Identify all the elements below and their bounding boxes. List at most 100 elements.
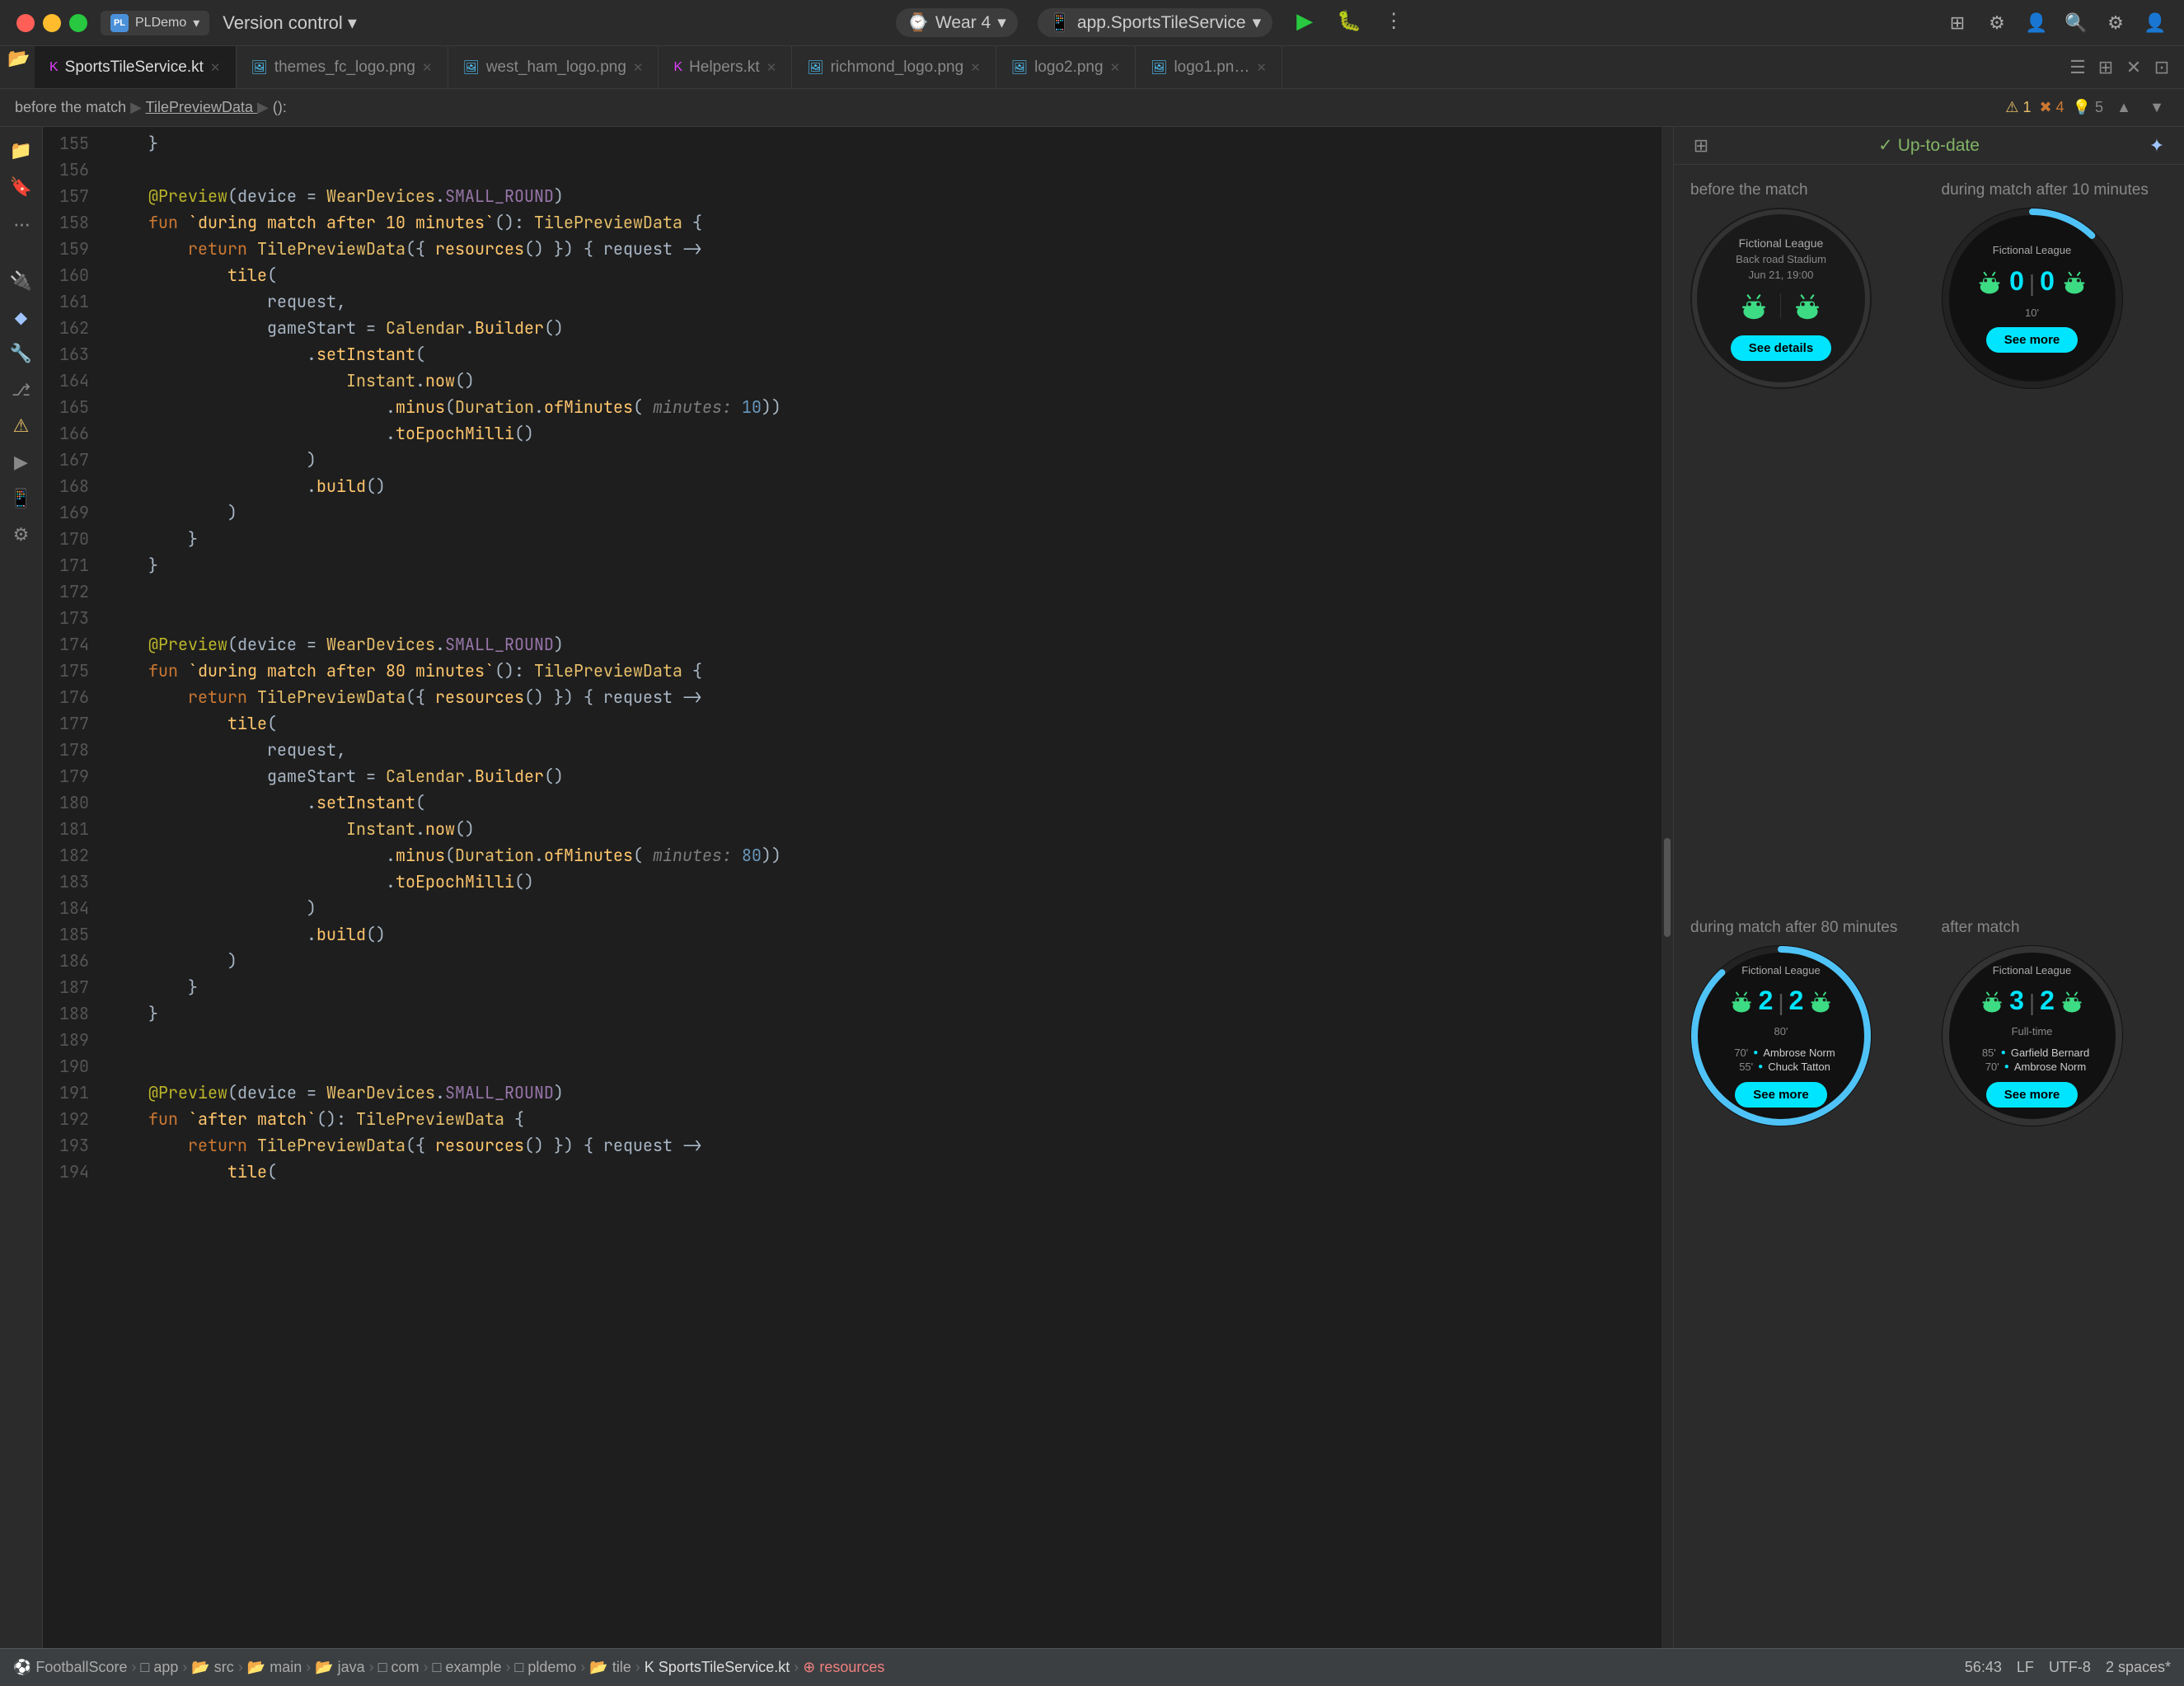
sidebar-diamond-icon[interactable]: ◆	[6, 302, 37, 333]
see-more-button-during-10[interactable]: See more	[1986, 327, 2079, 353]
bc-com[interactable]: □ com	[378, 1659, 419, 1676]
app-menu[interactable]: PL PLDemo ▾	[101, 11, 209, 35]
sidebar-run-icon[interactable]: ▶	[6, 447, 37, 478]
settings-icon[interactable]: ⚙	[2103, 11, 2128, 35]
expand-editor-button[interactable]: ⊡	[2149, 55, 2174, 80]
position-indicator[interactable]: 56:43	[1965, 1659, 2002, 1676]
away-team-icon-during-80	[1808, 989, 1833, 1014]
encoding-indicator[interactable]: UTF-8	[2049, 1659, 2091, 1676]
version-control-menu[interactable]: Version control ▾	[223, 12, 357, 34]
wear-selector[interactable]: ⌚ Wear 4 ▾	[896, 8, 1018, 37]
scorer-row-2: 55' ● Chuck Tatton	[1727, 1061, 1835, 1073]
toolbar-icon-1[interactable]: ⊞	[1945, 11, 1970, 35]
scroll-down-button[interactable]: ▼	[2144, 96, 2169, 120]
tab-richmond-logo[interactable]: 🖼 richmond_logo.png ✕	[792, 46, 996, 88]
titlebar-center: ⌚ Wear 4 ▾ 📱 app.SportsTileService ▾ ▶ 🐛…	[370, 8, 1932, 37]
editor-scrollbar[interactable]	[1661, 127, 1673, 1648]
tab-themes-logo[interactable]: 🖼 themes_fc_logo.png ✕	[237, 46, 448, 88]
sidebar-plugins-icon[interactable]: 🔌	[6, 265, 37, 297]
tab-helpers[interactable]: K Helpers.kt ✕	[658, 46, 792, 88]
tab-close-helpers[interactable]: ✕	[766, 60, 777, 75]
see-more-button-during-80[interactable]: See more	[1735, 1082, 1827, 1108]
bc-pldemo[interactable]: □ pldemo	[515, 1659, 577, 1676]
split-editor-button[interactable]: ⊞	[2093, 55, 2118, 80]
home-score-during-80: 2	[1759, 986, 1774, 1016]
toolbar-icon-3[interactable]: 👤	[2024, 11, 2049, 35]
tab-close-logo2[interactable]: ✕	[1110, 60, 1121, 75]
tab-label-helpers: Helpers.kt	[689, 59, 760, 77]
teams-during-10: 0 | 0	[1976, 266, 2088, 297]
tab-list-button[interactable]: ☰	[2065, 55, 2090, 80]
tab-sports-tile[interactable]: K SportsTileService.kt ✕	[35, 46, 237, 88]
preview-cell-during-10: during match after 10 minutes Fictional …	[1933, 173, 2177, 902]
bc-app[interactable]: □ app	[140, 1659, 178, 1676]
bc-resources[interactable]: ⊕ resources	[803, 1659, 884, 1676]
bc-file[interactable]: K SportsTileService.kt	[644, 1659, 790, 1676]
check-icon: ✓	[1878, 135, 1893, 156]
scorers-during-80: 70' ● Ambrose Norm 55' ● Chuck Tatton	[1727, 1045, 1835, 1075]
sidebar-settings-icon[interactable]: ⚙	[6, 519, 37, 550]
see-more-button-after[interactable]: See more	[1986, 1082, 2079, 1108]
more-run-options[interactable]: ⋮	[1381, 8, 1406, 33]
scorer-min-after-2: 70'	[1978, 1061, 1999, 1073]
home-team-icon-after	[1980, 989, 2004, 1014]
tab-west-ham[interactable]: 🖼 west_ham_logo.png ✕	[448, 46, 659, 88]
wear-chevron: ▾	[997, 12, 1006, 33]
preview-header-left: ⊞	[1689, 133, 1713, 158]
preview-grid: before the match Fictional League Back r…	[1674, 165, 2184, 1648]
league-before: Fictional League	[1739, 237, 1824, 250]
preview-magic-icon[interactable]: ✦	[2144, 133, 2169, 158]
code-line-161: request,	[109, 288, 1661, 315]
project-tree-toggle[interactable]: 📂	[7, 46, 31, 71]
maximize-traffic-light[interactable]	[69, 14, 87, 32]
sidebar-more-icon[interactable]: ···	[6, 208, 37, 239]
tab-close-themes-logo[interactable]: ✕	[422, 60, 433, 75]
preview-layout-icon[interactable]: ⊞	[1689, 133, 1713, 158]
indent-indicator[interactable]: 2 spaces*	[2106, 1659, 2171, 1676]
statusbar: ⚽ FootballScore › □ app › 📂 src › 📂 main…	[0, 1648, 2184, 1686]
code-line-183: .toEpochMilli()	[109, 869, 1661, 895]
code-line-171: }	[109, 552, 1661, 578]
away-team-icon-during-10	[2061, 269, 2088, 295]
bc-tile[interactable]: 📂 tile	[589, 1659, 630, 1676]
see-details-button[interactable]: See details	[1731, 335, 1831, 361]
tab-label-logo1: logo1.pn…	[1174, 59, 1249, 77]
bc-main[interactable]: 📂 main	[247, 1659, 302, 1676]
close-traffic-light[interactable]	[16, 14, 35, 32]
bc-java[interactable]: 📂 java	[315, 1659, 364, 1676]
close-editor-button[interactable]: ✕	[2121, 55, 2146, 80]
preview-panel: ⊞ ✓ Up-to-date ✦ before the match Fictio	[1673, 127, 2184, 1648]
profile-icon[interactable]: 👤	[2143, 11, 2168, 35]
minimize-traffic-light[interactable]	[43, 14, 61, 32]
sidebar-project-icon[interactable]: 📁	[6, 135, 37, 166]
bc-src[interactable]: 📂 src	[191, 1659, 233, 1676]
league-during-80: Fictional League	[1741, 964, 1820, 976]
tab-logo1[interactable]: 🖼 logo1.pn… ✕	[1136, 46, 1282, 88]
code-editor[interactable]: } @Preview(device = WearDevices.SMALL_RO…	[101, 127, 1661, 1648]
sidebar-phone-icon[interactable]: 📱	[6, 483, 37, 514]
sidebar-issues-icon[interactable]: ⚠	[6, 410, 37, 442]
sidebar-vcs-icon[interactable]: ⎇	[6, 374, 37, 405]
toolbar-icon-2[interactable]: ⚙	[1985, 11, 2009, 35]
breadcrumb-container: ⚽ FootballScore › □ app › 📂 src › 📂 main…	[13, 1659, 884, 1676]
service-selector[interactable]: 📱 app.SportsTileService ▾	[1038, 8, 1272, 37]
bc-fn: TilePreviewData	[146, 99, 257, 115]
debug-button[interactable]: 🐛	[1337, 8, 1361, 33]
service-icon: 📱	[1049, 13, 1071, 33]
code-line-157: @Preview(device = WearDevices.SMALL_ROUN…	[109, 183, 1661, 209]
run-button[interactable]: ▶	[1292, 8, 1317, 33]
code-line-176: return TilePreviewData({ resources() }) …	[109, 684, 1661, 710]
scrollbar-thumb[interactable]	[1664, 838, 1671, 937]
line-separator[interactable]: LF	[2017, 1659, 2034, 1676]
search-icon[interactable]: 🔍	[2064, 11, 2088, 35]
tab-logo2[interactable]: 🖼 logo2.png ✕	[996, 46, 1136, 88]
sidebar-bookmark-icon[interactable]: 🔖	[6, 171, 37, 203]
scroll-up-button[interactable]: ▲	[2111, 96, 2136, 120]
sidebar-wrench-icon[interactable]: 🔧	[6, 338, 37, 369]
bc-example[interactable]: □ example	[433, 1659, 502, 1676]
tab-close-logo1[interactable]: ✕	[1256, 60, 1267, 75]
tab-close-richmond-logo[interactable]: ✕	[970, 60, 981, 75]
tab-close-west-ham[interactable]: ✕	[633, 60, 644, 75]
tab-close-sports-tile[interactable]: ✕	[210, 60, 221, 75]
bc-football-score[interactable]: ⚽ FootballScore	[13, 1659, 127, 1676]
